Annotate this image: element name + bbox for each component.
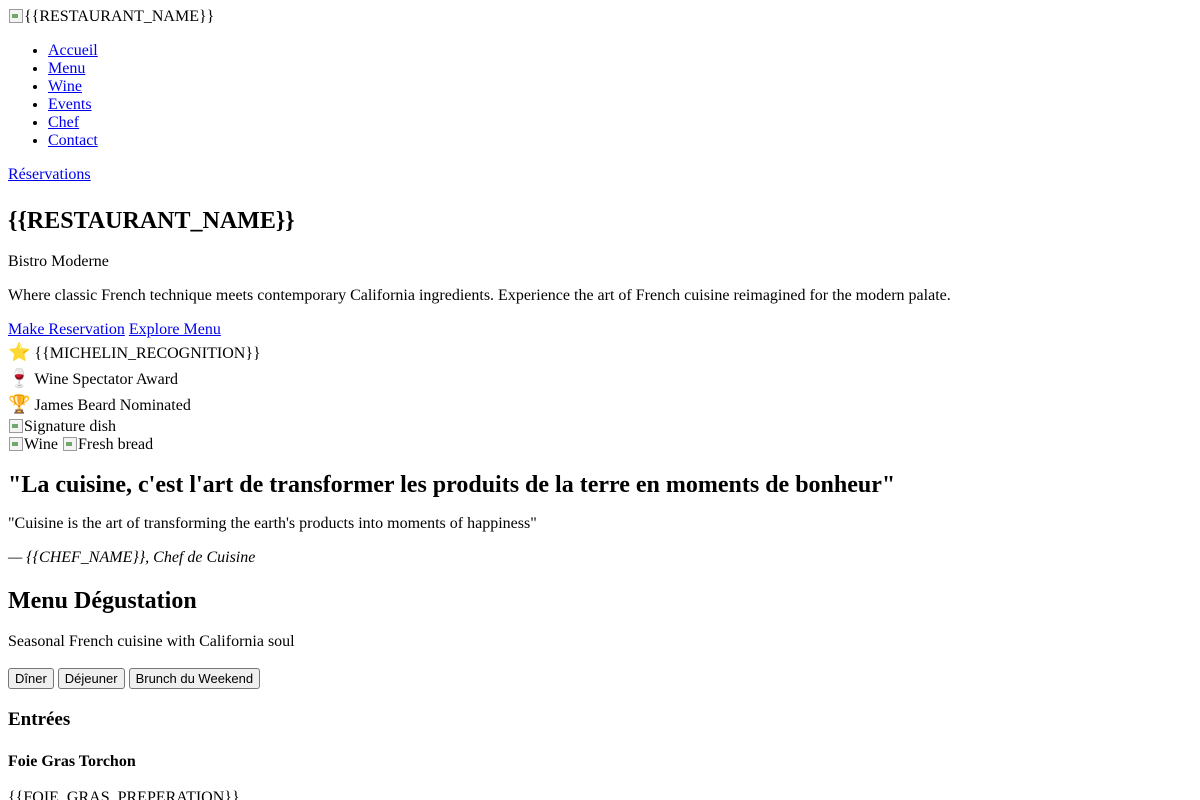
menu-item-description: {{FOIE_GRAS_PREPERATION}}: [8, 789, 240, 800]
menu-subtitle: Seasonal French cuisine with California …: [8, 633, 295, 650]
bread-image-alt: Fresh bread: [78, 436, 154, 453]
nav-item-contact: Contact: [48, 132, 1192, 150]
logo-alt-text: {{RESTAURANT_NAME}}: [24, 8, 215, 25]
tab-diner[interactable]: Dîner: [8, 668, 54, 689]
award-michelin: ⭐ {{MICHELIN_RECOGNITION}}: [8, 340, 1192, 366]
nav-item-chef: Chef: [48, 114, 1192, 132]
reservations-link[interactable]: Réservations: [8, 166, 91, 183]
gallery-row: Wine Fresh bread: [8, 436, 1192, 454]
hero-title: {{RESTAURANT_NAME}}: [8, 208, 295, 234]
nav-item-events: Events: [48, 96, 1192, 114]
image-placeholder-icon: [8, 436, 24, 452]
award-james-beard: 🏆 James Beard Nominated: [8, 392, 1192, 418]
nav-link-chef[interactable]: Chef: [48, 114, 79, 131]
star-icon: ⭐: [8, 342, 31, 363]
explore-menu-link[interactable]: Explore Menu: [129, 321, 221, 338]
bread-image: Fresh bread: [62, 436, 153, 453]
tab-brunch[interactable]: Brunch du Weekend: [128, 668, 261, 689]
image-placeholder-icon: [8, 418, 24, 434]
make-reservation-link[interactable]: Make Reservation: [8, 321, 125, 338]
wine-glass-icon: 🍷: [8, 368, 31, 389]
nav-item-wine: Wine: [48, 78, 1192, 96]
nav-link-accueil[interactable]: Accueil: [48, 42, 98, 59]
award-label: James Beard Nominated: [34, 397, 191, 414]
tab-dejeuner[interactable]: Déjeuner: [57, 668, 125, 689]
hero-subtitle: Bistro Moderne: [8, 253, 109, 270]
nav-item-accueil: Accueil: [48, 42, 1192, 60]
hero-cta-group: Make Reservation Explore Menu: [8, 320, 1192, 340]
nav-link-contact[interactable]: Contact: [48, 132, 98, 149]
nav-link-menu[interactable]: Menu: [48, 60, 85, 77]
nav-link-wine[interactable]: Wine: [48, 78, 82, 95]
chef-quote-french: "La cuisine, c'est l'art de transformer …: [8, 472, 896, 498]
trophy-icon: 🏆: [8, 394, 31, 415]
image-placeholder-icon: [62, 436, 78, 452]
awards-list: ⭐ {{MICHELIN_RECOGNITION}} 🍷 Wine Spectato…: [8, 340, 1192, 418]
award-label: {{MICHELIN_RECOGNITION}}: [34, 345, 261, 362]
logo-image-icon: [8, 8, 24, 24]
wine-image: Wine: [8, 436, 58, 453]
wine-image-alt: Wine: [24, 436, 59, 453]
menu-title: Menu Dégustation: [8, 588, 197, 614]
award-wine-spectator: 🍷 Wine Spectator Award: [8, 366, 1192, 392]
restaurant-logo: {{RESTAURANT_NAME}}: [8, 8, 1192, 26]
signature-dish-alt: Signature dish: [24, 418, 116, 435]
quote-attribution: — {{CHEF_NAME}}, Chef de Cuisine: [8, 549, 256, 566]
hero-description: Where classic French technique meets con…: [8, 287, 951, 304]
menu-item-name: Foie Gras Torchon: [8, 753, 136, 770]
menu-tabs: Dîner Déjeuner Brunch du Weekend: [8, 668, 1192, 690]
nav-item-menu: Menu: [48, 60, 1192, 78]
nav-link-events[interactable]: Events: [48, 96, 92, 113]
menu-section-title: Entrées: [8, 709, 71, 730]
award-label: Wine Spectator Award: [34, 371, 179, 388]
chef-quote-english: "Cuisine is the art of transforming the …: [8, 515, 537, 532]
signature-dish-image: Signature dish: [8, 418, 1192, 436]
reservations-bar: Réservations: [8, 166, 1192, 184]
main-navigation: Accueil Menu Wine Events Chef Contact: [8, 42, 1192, 150]
